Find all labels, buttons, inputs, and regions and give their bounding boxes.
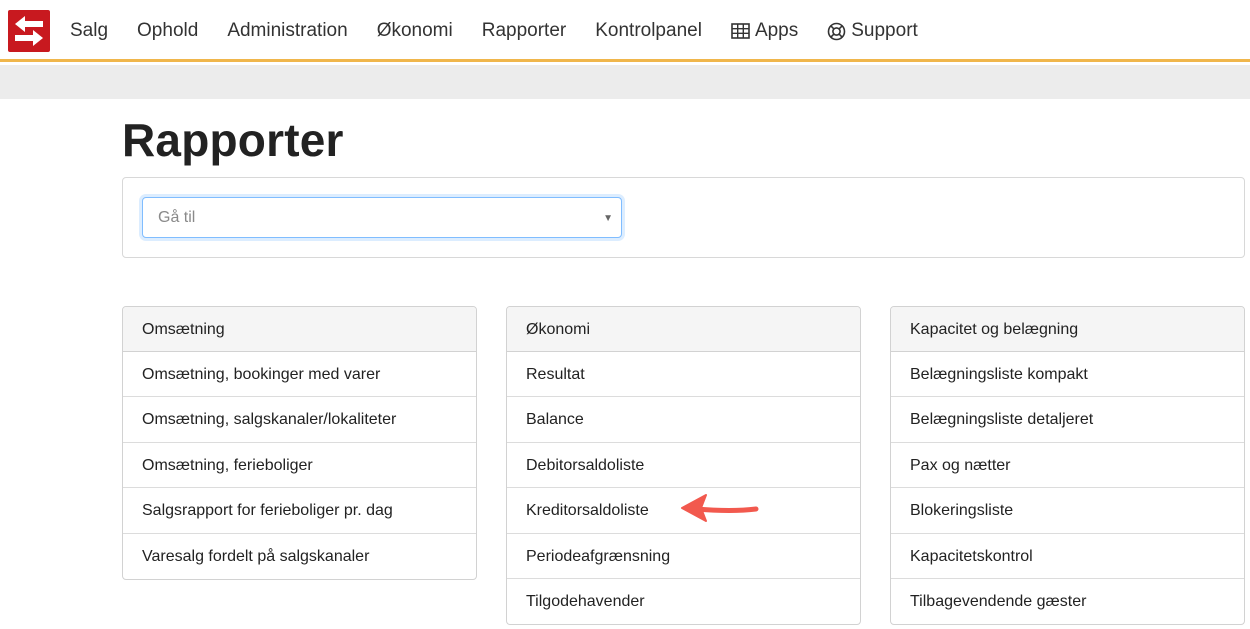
report-link[interactable]: Tilgodehavender: [507, 579, 860, 624]
app-logo[interactable]: [8, 10, 50, 52]
top-navbar: Salg Ophold Administration Økonomi Rappo…: [0, 0, 1250, 62]
goto-panel: Gå til ▼: [122, 177, 1245, 258]
report-link[interactable]: Omsætning, salgskanaler/lokaliteter: [123, 397, 476, 443]
report-link[interactable]: Omsætning, ferieboliger: [123, 443, 476, 489]
goto-select[interactable]: Gå til ▼: [142, 197, 622, 238]
report-link[interactable]: Tilbagevendende gæster: [891, 579, 1244, 624]
nav-label: Support: [851, 20, 918, 41]
nav-label: Kontrolpanel: [595, 20, 702, 41]
report-link[interactable]: Belægningsliste kompakt: [891, 352, 1244, 398]
nav-label: Administration: [227, 20, 348, 41]
report-link[interactable]: Kapacitetskontrol: [891, 534, 1244, 579]
nav-label: Ophold: [137, 20, 199, 41]
nav-okonomi[interactable]: Økonomi: [377, 20, 453, 42]
card-kapacitet: Kapacitet og belægning Belægningsliste k…: [890, 306, 1245, 626]
card-header: Omsætning: [123, 307, 476, 352]
nav-label: Økonomi: [376, 20, 453, 41]
nav-label: Apps: [754, 20, 799, 41]
report-link[interactable]: Debitorsaldoliste: [507, 443, 860, 489]
report-link[interactable]: Resultat: [507, 352, 860, 398]
nav-kontrolpanel[interactable]: Kontrolpanel: [595, 20, 702, 42]
nav-label: Rapporter: [481, 20, 567, 41]
card-omsaetning: Omsætning Omsætning, bookinger med varer…: [122, 306, 477, 580]
nav-salg[interactable]: Salg: [70, 20, 108, 42]
page-title: Rapporter: [122, 114, 344, 166]
report-link[interactable]: Periodeafgrænsning: [507, 534, 860, 579]
card-header: Kapacitet og belægning: [891, 307, 1244, 352]
subheader-bar: [0, 65, 1250, 99]
nav-administration[interactable]: Administration: [227, 20, 347, 42]
card-header: Økonomi: [507, 307, 860, 352]
logo-arrows-icon: [15, 16, 43, 46]
report-link[interactable]: Salgsrapport for ferieboliger pr. dag: [123, 488, 476, 534]
annotation-arrow-icon: [681, 494, 759, 522]
report-link[interactable]: Pax og nætter: [891, 443, 1244, 489]
nav-support[interactable]: Support: [827, 20, 918, 42]
nav-apps[interactable]: Apps: [731, 20, 798, 42]
nav-label: Salg: [70, 20, 109, 41]
report-link[interactable]: Omsætning, bookinger med varer: [123, 352, 476, 398]
report-link[interactable]: Varesalg fordelt på salgskanaler: [123, 534, 476, 579]
report-link[interactable]: Blokeringsliste: [891, 488, 1244, 534]
main-menu: Salg Ophold Administration Økonomi Rappo…: [70, 0, 947, 62]
goto-placeholder: Gå til: [158, 209, 196, 226]
caret-down-icon: ▼: [603, 213, 613, 224]
nav-ophold[interactable]: Ophold: [137, 20, 198, 42]
lifebuoy-icon: [827, 22, 846, 41]
card-okonomi: Økonomi Resultat Balance Debitorsaldolis…: [506, 306, 861, 626]
report-link[interactable]: Balance: [507, 397, 860, 443]
grid-icon: [731, 23, 750, 39]
nav-rapporter[interactable]: Rapporter: [482, 20, 567, 42]
report-link[interactable]: Belægningsliste detaljeret: [891, 397, 1244, 443]
